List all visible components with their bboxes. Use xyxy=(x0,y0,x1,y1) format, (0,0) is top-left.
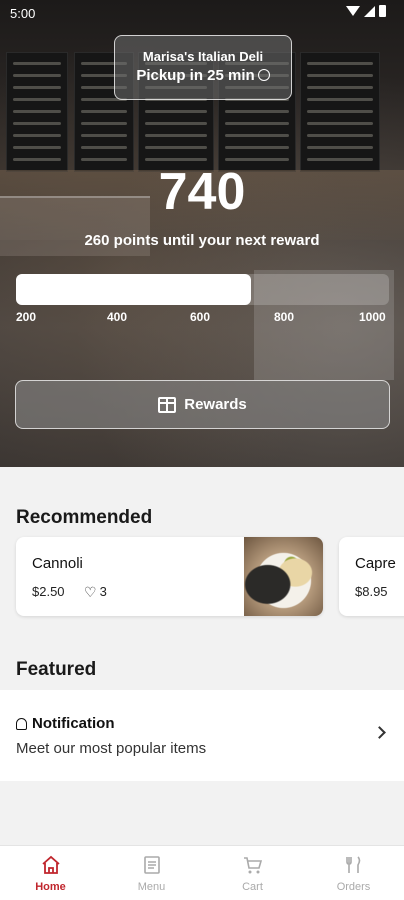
bottom-navigation: Home Menu Cart Orders xyxy=(0,845,404,900)
menu-board-background xyxy=(300,52,380,172)
menu-icon xyxy=(143,856,160,874)
store-pickup-selector[interactable]: Marisa's Italian Deli Pickup in 25 min xyxy=(114,35,292,100)
tick-label: 1000 xyxy=(359,310,386,324)
recommended-item-card[interactable]: Capre $8.95 xyxy=(339,537,404,616)
battery-icon xyxy=(379,5,386,17)
home-icon xyxy=(41,855,60,874)
item-name: Capre xyxy=(355,555,396,572)
recommended-item-card[interactable]: Cannoli $2.50 ♡ 3 xyxy=(16,537,323,616)
item-price: $2.50 xyxy=(32,584,65,599)
signal-icon xyxy=(364,5,375,17)
featured-item-subtitle: Meet our most popular items xyxy=(16,740,207,757)
featured-item-title: Notification xyxy=(16,715,115,732)
nav-menu[interactable]: Menu xyxy=(101,846,202,900)
nav-cart[interactable]: Cart xyxy=(202,846,303,900)
featured-item[interactable]: Notification Meet our most popular items xyxy=(0,690,404,781)
rewards-progress-fill xyxy=(16,274,251,305)
points-balance: 740 xyxy=(158,163,246,221)
rewards-button[interactable]: Rewards xyxy=(15,380,390,429)
status-time: 5:00 xyxy=(10,6,36,21)
rewards-button-label: Rewards xyxy=(184,396,247,413)
status-bar: 5:00 xyxy=(0,0,404,26)
menu-board-background xyxy=(6,52,68,172)
bell-icon xyxy=(16,717,27,730)
featured-title: Featured xyxy=(16,659,97,680)
clock-icon xyxy=(257,69,270,81)
item-price: $8.95 xyxy=(355,584,388,599)
tick-label: 600 xyxy=(190,310,211,324)
nav-orders[interactable]: Orders xyxy=(303,846,404,900)
nav-home[interactable]: Home xyxy=(0,846,101,900)
tick-label: 200 xyxy=(16,310,37,324)
wifi-icon xyxy=(346,6,360,16)
points-until-reward: 260 points until your next reward xyxy=(84,232,320,249)
nav-label: Home xyxy=(35,881,66,893)
store-name: Marisa's Italian Deli xyxy=(142,49,264,64)
recommended-title: Recommended xyxy=(16,507,153,528)
tick-label: 800 xyxy=(274,310,295,324)
nav-label: Menu xyxy=(137,881,166,893)
tick-label: 400 xyxy=(107,310,128,324)
chevron-right-icon xyxy=(373,726,386,739)
pickup-time: Pickup in 25 min xyxy=(115,67,291,84)
item-name: Cannoli xyxy=(32,555,83,572)
nav-label: Cart xyxy=(242,881,263,893)
item-image xyxy=(244,537,323,616)
heart-icon[interactable]: ♡ xyxy=(84,585,97,599)
orders-icon xyxy=(345,856,360,873)
cart-icon xyxy=(243,857,262,874)
rewards-progress-bar xyxy=(16,274,389,305)
item-likes: ♡ 3 xyxy=(84,583,107,600)
nav-label: Orders xyxy=(336,881,371,893)
gift-icon xyxy=(158,396,177,413)
